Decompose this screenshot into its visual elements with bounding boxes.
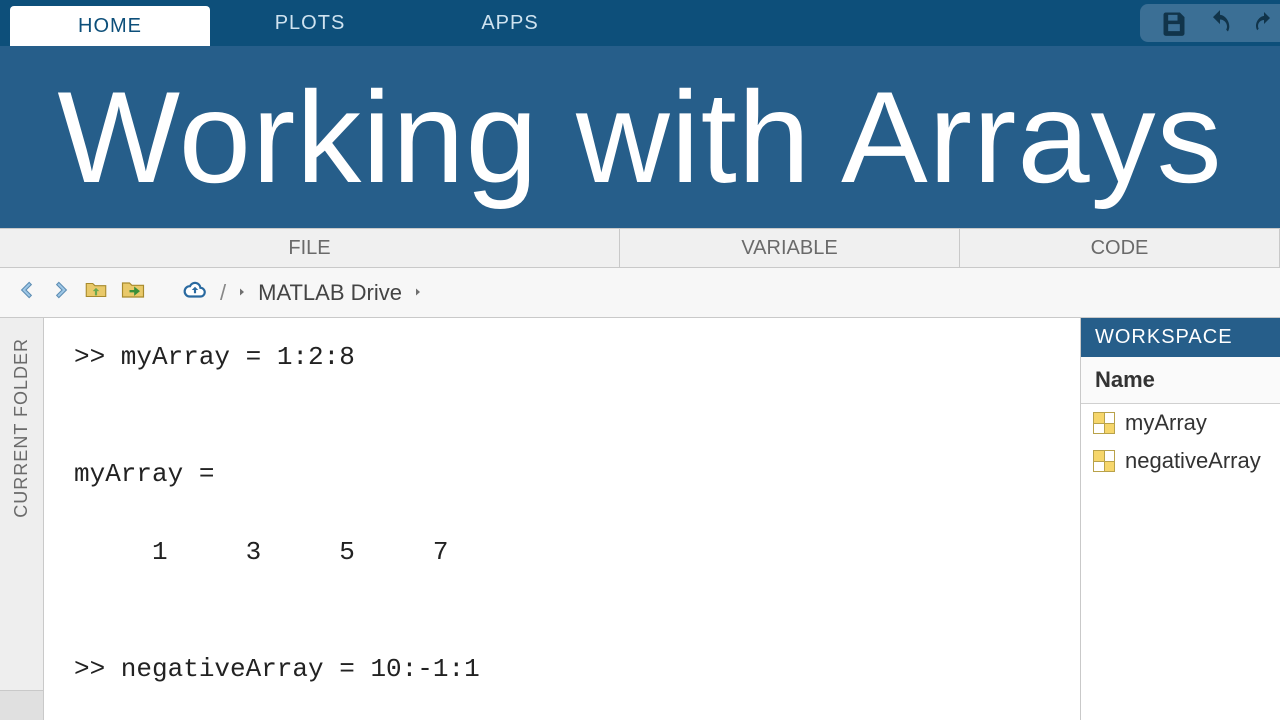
breadcrumb-root[interactable]: /: [220, 280, 226, 306]
title-banner: Working with Arrays: [0, 46, 1280, 228]
section-variable: VARIABLE: [620, 229, 960, 267]
address-bar: / MATLAB Drive: [0, 268, 1280, 318]
ribbon-sections: FILE VARIABLE CODE: [0, 228, 1280, 268]
quick-access-toolbar: [1140, 4, 1280, 42]
folder-up-icon[interactable]: [82, 277, 110, 309]
output-values: 1 3 5 7: [74, 537, 448, 567]
workspace-variable-row[interactable]: myArray: [1081, 404, 1280, 442]
workspace-title: WORKSPACE: [1081, 318, 1280, 357]
command-line: >> negativeArray = 10:-1:1: [74, 654, 480, 684]
tab-plots[interactable]: PLOTS: [210, 0, 410, 46]
sidebar-handle[interactable]: [0, 690, 43, 720]
variable-name: myArray: [1125, 410, 1207, 436]
cloud-icon[interactable]: [180, 277, 210, 309]
breadcrumb-drive[interactable]: MATLAB Drive: [258, 280, 402, 306]
workspace-panel: WORKSPACE Name myArray negativeArray: [1080, 318, 1280, 720]
workspace-variable-row[interactable]: negativeArray: [1081, 442, 1280, 480]
redo-icon[interactable]: [1252, 9, 1276, 37]
section-code: CODE: [960, 229, 1280, 267]
nav-back-icon[interactable]: [14, 277, 40, 309]
variable-name: negativeArray: [1125, 448, 1261, 474]
main-area: CURRENT FOLDER >> myArray = 1:2:8 myArra…: [0, 318, 1280, 720]
tab-home[interactable]: HOME: [10, 6, 210, 46]
current-folder-sidebar[interactable]: CURRENT FOLDER: [0, 318, 44, 720]
top-tab-bar: HOME PLOTS APPS: [0, 0, 1280, 46]
chevron-right-icon[interactable]: [412, 280, 424, 306]
nav-forward-icon[interactable]: [48, 277, 74, 309]
folder-browse-icon[interactable]: [118, 276, 148, 310]
chevron-right-icon[interactable]: [236, 280, 248, 306]
variable-icon: [1093, 450, 1115, 472]
current-folder-label: CURRENT FOLDER: [11, 338, 32, 518]
save-icon[interactable]: [1160, 9, 1188, 37]
command-line: >> myArray = 1:2:8: [74, 342, 355, 372]
output-name: myArray =: [74, 459, 214, 489]
workspace-column-name[interactable]: Name: [1081, 357, 1280, 404]
tab-apps[interactable]: APPS: [410, 0, 610, 46]
variable-icon: [1093, 412, 1115, 434]
undo-icon[interactable]: [1206, 9, 1234, 37]
command-window[interactable]: >> myArray = 1:2:8 myArray = 1 3 5 7 >> …: [44, 318, 1080, 720]
section-file: FILE: [0, 229, 620, 267]
title-text: Working with Arrays: [57, 72, 1222, 202]
